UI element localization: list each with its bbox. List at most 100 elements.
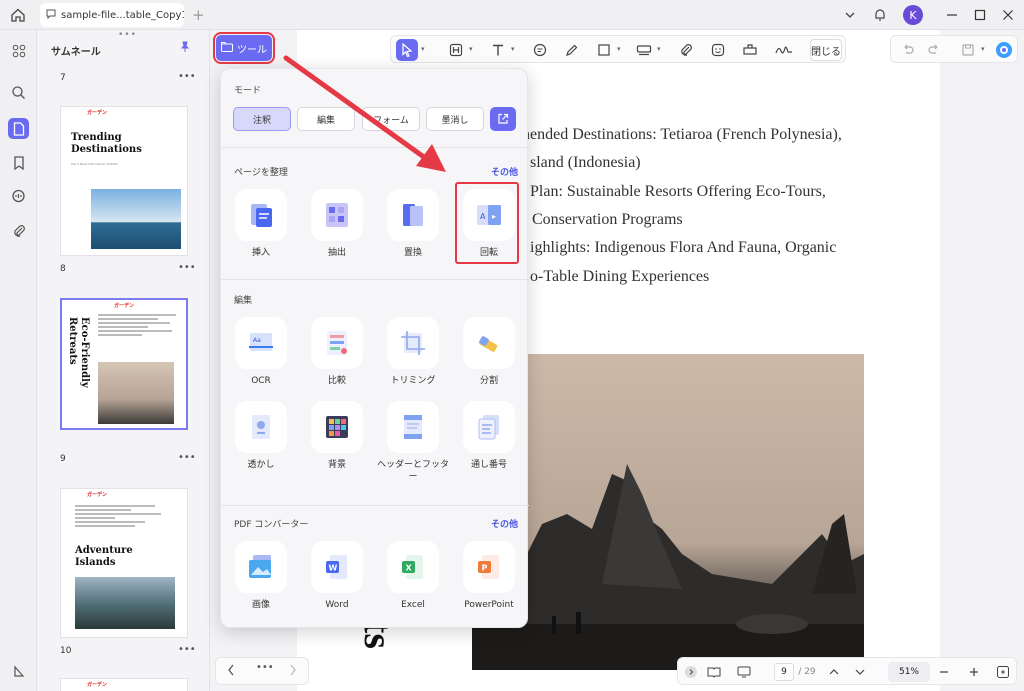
crop-tool[interactable]: トリミング	[377, 317, 449, 399]
compare-tool[interactable]: 比較	[301, 317, 373, 399]
comments-icon[interactable]	[8, 186, 29, 207]
attachment-icon[interactable]	[8, 220, 29, 241]
pages-icon[interactable]	[8, 118, 29, 139]
thumbnail-text-lines	[98, 314, 178, 338]
add-tab-button[interactable]: +	[192, 6, 205, 24]
thumbnail-page[interactable]: ガーデン	[60, 678, 188, 691]
thumbnail-page[interactable]: ガーデン Adventure Islands	[60, 488, 188, 638]
page-number-input[interactable]: 9	[774, 663, 794, 681]
ai-assistant-icon[interactable]	[993, 39, 1015, 61]
comment-icon	[46, 9, 56, 22]
grid-icon[interactable]	[8, 40, 29, 61]
home-icon[interactable]	[8, 5, 28, 25]
thumbnail-page[interactable]: ガーデン Trending Destinations Top 5 Must-Vi…	[60, 106, 188, 256]
background-tool[interactable]: 背景	[301, 401, 373, 483]
fit-page-icon[interactable]	[994, 662, 1012, 682]
insert-tool[interactable]: 挿入	[225, 189, 297, 271]
convert-powerpoint-tool[interactable]: P PowerPoint	[453, 541, 525, 623]
mode-edit-button[interactable]: 編集	[297, 107, 355, 131]
avatar[interactable]: K	[903, 5, 923, 25]
thumbnail-nav: •••	[215, 657, 309, 685]
more-icon[interactable]: •••	[256, 662, 274, 673]
search-icon[interactable]	[8, 82, 29, 103]
organize-more-link[interactable]: その他	[491, 165, 518, 178]
ocr-tool[interactable]: Aa OCR	[225, 317, 297, 399]
header-footer-tool[interactable]: ヘッダーとフッター	[377, 401, 449, 483]
collapse-icon[interactable]	[682, 662, 700, 682]
chevron-down-icon[interactable]	[842, 4, 858, 26]
page-menu-button[interactable]: •••	[178, 262, 196, 273]
converter-more-link[interactable]: その他	[491, 517, 518, 530]
split-tool[interactable]: 分割	[453, 317, 525, 399]
convert-image-tool[interactable]: 画像	[225, 541, 297, 623]
page-number: 7	[60, 73, 66, 83]
attachment-icon[interactable]	[675, 39, 697, 61]
bates-number-icon	[463, 401, 515, 453]
maximize-icon[interactable]	[972, 4, 988, 26]
convert-excel-tool[interactable]: X Excel	[377, 541, 449, 623]
page-menu-button[interactable]: •••	[178, 71, 196, 82]
signature-icon[interactable]	[773, 39, 795, 61]
zoom-level[interactable]: 51%	[888, 662, 930, 682]
extract-tool[interactable]: 抽出	[301, 189, 373, 271]
thumbnail-brand: ガーデン	[114, 303, 135, 309]
page-menu-button[interactable]: •••	[178, 452, 196, 463]
comment-icon[interactable]	[529, 39, 551, 61]
close-window-icon[interactable]	[1000, 4, 1016, 26]
select-cursor-icon[interactable]	[396, 39, 418, 61]
chevron-right-icon[interactable]	[288, 663, 298, 680]
shape-icon[interactable]	[593, 39, 615, 61]
document-line: nended Destinations: Tetiaroa (French Po…	[522, 126, 842, 143]
svg-text:X: X	[406, 564, 413, 573]
zoom-out-icon[interactable]	[936, 662, 952, 682]
left-rail	[0, 30, 37, 691]
tools-button[interactable]: ツール	[213, 32, 275, 64]
chevron-left-icon[interactable]	[226, 663, 236, 680]
tools-icon	[221, 41, 233, 55]
mode-redact-button[interactable]: 墨消し	[426, 107, 484, 131]
drag-handle[interactable]: •••	[118, 30, 137, 40]
chevron-down-icon[interactable]: ▾	[421, 45, 425, 53]
page-number: 8	[60, 264, 66, 274]
highlight-icon[interactable]	[445, 39, 467, 61]
header-footer-icon	[387, 401, 439, 453]
document-tab[interactable]: sample-file...table_Copy1	[40, 3, 184, 27]
mode-annotate-button[interactable]: 注釈	[233, 107, 291, 131]
chevron-down-icon[interactable]: ▾	[657, 45, 661, 53]
redo-icon[interactable]	[923, 39, 945, 61]
close-toolbar-button[interactable]: 閉じる	[810, 39, 842, 61]
page-menu-button[interactable]: •••	[178, 644, 196, 655]
text-icon[interactable]	[487, 39, 509, 61]
excel-label: Excel	[401, 600, 425, 610]
excel-file-icon: X	[387, 541, 439, 593]
mode-form-button[interactable]: フォーム	[362, 107, 420, 131]
chevron-down-icon[interactable]	[852, 662, 868, 682]
thumbnail-page-selected[interactable]: ガーデン Eco-Friendly Retreats	[60, 298, 188, 430]
status-bar: 9 / 29 51%	[677, 657, 1017, 685]
chevron-down-icon[interactable]: ▾	[617, 45, 621, 53]
reading-mode-icon[interactable]	[704, 662, 724, 682]
stamp-icon[interactable]	[633, 39, 655, 61]
save-icon[interactable]	[957, 39, 979, 61]
watermark-tool[interactable]: 透かし	[225, 401, 297, 483]
bookmark-icon[interactable]	[8, 152, 29, 173]
presentation-icon[interactable]	[734, 662, 754, 682]
history-toolbar: ▾	[890, 35, 1018, 63]
pen-icon[interactable]	[561, 39, 583, 61]
minimize-icon[interactable]	[944, 4, 960, 26]
chevron-up-icon[interactable]	[826, 662, 842, 682]
open-external-icon[interactable]	[490, 107, 516, 131]
sticker-icon[interactable]	[707, 39, 729, 61]
convert-word-tool[interactable]: W Word	[301, 541, 373, 623]
undo-icon[interactable]	[897, 39, 919, 61]
bell-icon[interactable]	[872, 4, 888, 26]
chevron-down-icon[interactable]: ▾	[981, 45, 985, 53]
chevron-down-icon[interactable]: ▾	[511, 45, 515, 53]
stamp-approve-icon[interactable]	[739, 39, 761, 61]
chevron-down-icon[interactable]: ▾	[469, 45, 473, 53]
bates-number-tool[interactable]: 通し番号	[453, 401, 525, 483]
replace-tool[interactable]: 置換	[377, 189, 449, 271]
zoom-in-icon[interactable]	[966, 662, 982, 682]
pin-icon[interactable]	[179, 41, 191, 56]
help-icon[interactable]	[8, 660, 29, 681]
